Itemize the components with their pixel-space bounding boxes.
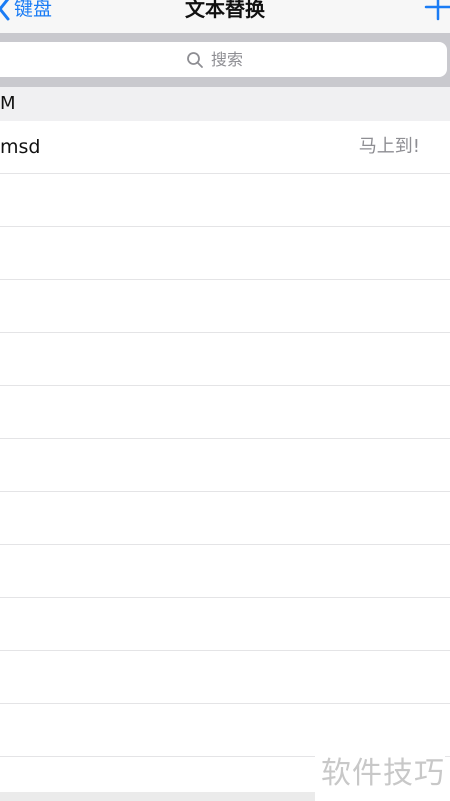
list-item[interactable] <box>0 386 450 439</box>
search-input[interactable] <box>211 50 251 69</box>
list-item[interactable] <box>0 492 450 545</box>
list-item[interactable] <box>0 280 450 333</box>
list-item[interactable]: msd 马上到! <box>0 121 450 174</box>
watermark: 软件技巧 <box>315 748 445 792</box>
list-item[interactable] <box>0 333 450 386</box>
section-header: M <box>0 87 450 121</box>
row-shortcut: 马上到! <box>358 136 420 157</box>
navigation-bar: 键盘 文本替换 <box>0 0 450 33</box>
row-phrase: msd <box>0 136 41 158</box>
list-item[interactable] <box>0 227 450 280</box>
list-item[interactable] <box>0 598 450 651</box>
search-bar <box>0 33 450 87</box>
text-replacement-screen: 键盘 文本替换 M msd 马上到! 软件技巧 <box>0 0 450 801</box>
add-button[interactable] <box>424 0 450 21</box>
list-item[interactable] <box>0 174 450 227</box>
list-item[interactable] <box>0 545 450 598</box>
section-letter: M <box>0 93 16 114</box>
search-field[interactable] <box>0 42 447 77</box>
list-item[interactable] <box>0 439 450 492</box>
page-title: 文本替换 <box>185 0 265 21</box>
search-icon <box>186 51 204 69</box>
bottom-strip <box>0 792 315 801</box>
list-item[interactable] <box>0 651 450 704</box>
plus-icon <box>424 0 450 21</box>
replacement-list: msd 马上到! <box>0 121 450 757</box>
